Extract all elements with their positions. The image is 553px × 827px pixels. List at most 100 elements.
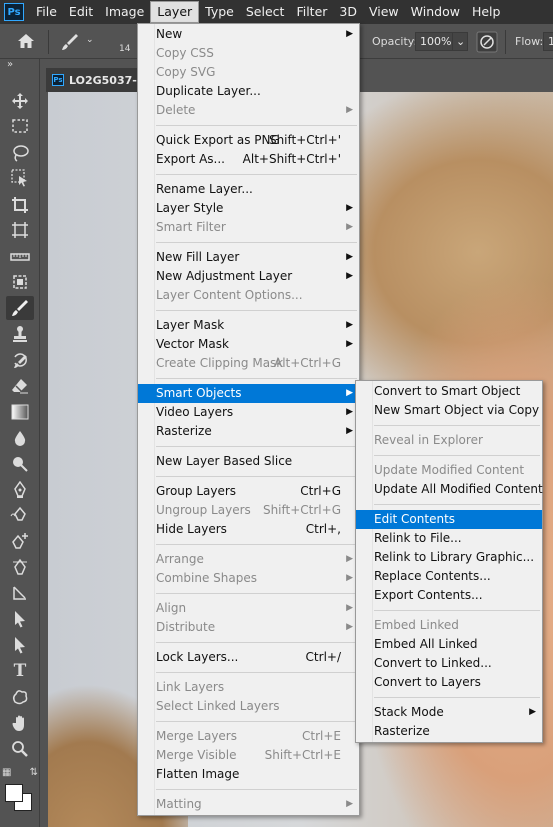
menu-item-label: Arrange — [156, 552, 204, 566]
menu-item-layer-mask[interactable]: Layer Mask ▶ — [138, 316, 359, 335]
dodge-tool-icon[interactable] — [6, 452, 34, 476]
menu-item-copy-css: Copy CSS — [138, 44, 359, 63]
history-brush-tool-icon[interactable] — [6, 348, 34, 372]
submenu-item-convert-to-layers[interactable]: Convert to Layers — [356, 673, 542, 692]
menu-separator — [356, 450, 542, 461]
switch-colors-icon[interactable]: ⇅ — [30, 767, 38, 778]
menu-item-group-layers[interactable]: Group Layers Ctrl+G — [138, 482, 359, 501]
document-tab[interactable]: Ps LO2G5037-1 — [46, 68, 146, 92]
menu-item-label: Update Modified Content — [374, 463, 525, 477]
default-colors-icon[interactable]: ▦ — [2, 767, 11, 778]
menu-item-smart-objects[interactable]: Smart Objects ▶ — [138, 384, 359, 403]
path-selection-tool-icon[interactable] — [6, 607, 34, 631]
brush-preset-icon[interactable] — [60, 32, 80, 55]
freeform-pen-tool-icon[interactable] — [6, 503, 34, 527]
menu-item-flatten-image[interactable]: Flatten Image — [138, 765, 359, 784]
submenu-item-export-contents[interactable]: Export Contents... — [356, 586, 542, 605]
submenu-item-update-all-modified-content[interactable]: Update All Modified Content — [356, 480, 543, 499]
eraser-tool-icon[interactable] — [6, 374, 34, 398]
swap-colors-icon[interactable]: ▦ ⇅ — [2, 764, 38, 780]
submenu-item-relink-to-file[interactable]: Relink to File... — [356, 529, 542, 548]
flow-label: Flow: — [515, 35, 544, 48]
menu-window[interactable]: Window — [405, 1, 466, 23]
menu-item-ungroup-layers: Ungroup Layers Shift+Ctrl+G — [138, 501, 359, 520]
menu-type[interactable]: Type — [199, 1, 240, 23]
flow-input[interactable]: 1 — [543, 32, 553, 51]
submenu-item-embed-all-linked[interactable]: Embed All Linked — [356, 635, 542, 654]
menu-item-label: New Smart Object via Copy — [374, 403, 540, 417]
menu-item-label: New Adjustment Layer — [156, 269, 293, 283]
opacity-dropdown[interactable]: ⌄ — [452, 32, 468, 51]
hand-tool-icon[interactable] — [6, 711, 34, 735]
convert-point-tool-icon[interactable] — [6, 555, 34, 579]
object-selection-tool-icon[interactable] — [6, 166, 34, 190]
submenu-arrow-icon: ▶ — [346, 622, 353, 632]
menu-item-lock-layers[interactable]: Lock Layers... Ctrl+/ — [138, 648, 359, 667]
menu-item-label: Layer Content Options... — [156, 288, 303, 302]
marquee-tool-icon[interactable] — [6, 114, 34, 138]
submenu-item-convert-to-linked[interactable]: Convert to Linked... — [356, 654, 542, 673]
menu-item-quick-export-as-png[interactable]: Quick Export as PNG Shift+Ctrl+' — [138, 131, 359, 150]
menu-help[interactable]: Help — [466, 1, 507, 23]
menu-item-rename-layer[interactable]: Rename Layer... — [138, 180, 359, 199]
menu-item-hide-layers[interactable]: Hide Layers Ctrl+, — [138, 520, 359, 539]
menu-item-new-adjustment-layer[interactable]: New Adjustment Layer ▶ — [138, 267, 359, 286]
menu-item-new[interactable]: New ▶ — [138, 25, 359, 44]
menu-view[interactable]: View — [363, 1, 405, 23]
crop-tool-icon[interactable] — [6, 193, 34, 217]
menu-item-layer-style[interactable]: Layer Style ▶ — [138, 199, 359, 218]
gradient-tool-icon[interactable] — [6, 400, 34, 424]
submenu-item-convert-to-smart-object[interactable]: Convert to Smart Object — [356, 382, 542, 401]
menu-file[interactable]: File — [30, 1, 63, 23]
chevron-down-icon[interactable]: ⌄ — [86, 35, 94, 45]
menu-item-video-layers[interactable]: Video Layers ▶ — [138, 403, 359, 422]
opacity-input[interactable]: 100% — [415, 32, 453, 51]
submenu-item-replace-contents[interactable]: Replace Contents... — [356, 567, 542, 586]
blur-tool-icon[interactable] — [6, 426, 34, 450]
zoom-tool-icon[interactable] — [6, 737, 34, 761]
submenu-item-new-smart-object-via-copy[interactable]: New Smart Object via Copy — [356, 401, 542, 420]
menu-3d[interactable]: 3D — [333, 1, 363, 23]
pen-tool-icon[interactable] — [6, 478, 34, 502]
submenu-item-stack-mode[interactable]: Stack Mode ▶ — [356, 703, 542, 722]
direct-selection-tool-icon[interactable] — [6, 633, 34, 657]
menu-select[interactable]: Select — [240, 1, 291, 23]
pressure-opacity-icon[interactable] — [476, 31, 498, 56]
menu-item-vector-mask[interactable]: Vector Mask ▶ — [138, 335, 359, 354]
menu-item-label: New — [156, 27, 183, 41]
move-tool-icon[interactable] — [6, 89, 34, 113]
submenu-item-edit-contents[interactable]: Edit Contents — [356, 510, 542, 529]
menu-item-rasterize[interactable]: Rasterize ▶ — [138, 422, 359, 441]
menu-item-new-layer-based-slice[interactable]: New Layer Based Slice — [138, 452, 359, 471]
brush-tool-icon[interactable] — [6, 296, 34, 320]
menu-image[interactable]: Image — [99, 1, 150, 23]
frame-tool-icon[interactable] — [6, 218, 34, 242]
menu-item-duplicate-layer[interactable]: Duplicate Layer... — [138, 82, 359, 101]
submenu-arrow-icon: ▶ — [346, 407, 353, 417]
submenu-item-relink-to-library-graphic[interactable]: Relink to Library Graphic... — [356, 548, 542, 567]
menu-layer[interactable]: Layer — [150, 1, 200, 23]
submenu-item-update-modified-content: Update Modified Content — [356, 461, 542, 480]
menu-item-label: New Fill Layer — [156, 250, 240, 264]
custom-shape-tool-icon[interactable] — [6, 685, 34, 709]
add-anchor-tool-icon[interactable] — [6, 529, 34, 553]
menu-item-arrange: Arrange ▶ — [138, 550, 359, 569]
line-tool-icon[interactable] — [6, 581, 34, 605]
frame-edit-tool-icon[interactable] — [6, 270, 34, 294]
stamp-tool-icon[interactable] — [6, 322, 34, 346]
submenu-item-rasterize[interactable]: Rasterize — [356, 722, 542, 741]
menu-separator — [138, 667, 359, 678]
type-tool-icon[interactable]: T — [6, 659, 34, 683]
lasso-tool-icon[interactable] — [6, 141, 34, 165]
home-icon[interactable] — [16, 32, 36, 53]
menu-filter[interactable]: Filter — [290, 1, 333, 23]
menu-item-export-as[interactable]: Export As... Alt+Shift+Ctrl+' — [138, 150, 359, 169]
menu-item-new-fill-layer[interactable]: New Fill Layer ▶ — [138, 248, 359, 267]
menu-edit[interactable]: Edit — [63, 1, 99, 23]
submenu-arrow-icon: ▶ — [346, 320, 353, 330]
ruler-tool-icon[interactable] — [6, 245, 34, 269]
expand-panel-icon[interactable]: » — [2, 57, 18, 71]
menu-item-label: Rename Layer... — [156, 182, 253, 196]
menu-item-label: Copy CSS — [156, 46, 214, 60]
foreground-color-swatch[interactable] — [5, 784, 23, 802]
